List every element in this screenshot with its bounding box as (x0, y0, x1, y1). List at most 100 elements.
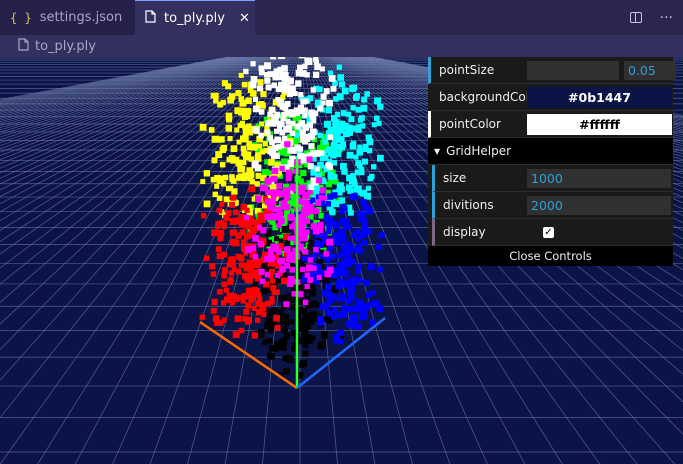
point (340, 245, 348, 253)
point (377, 103, 384, 110)
display-checkbox[interactable]: ✓ (543, 227, 554, 238)
point (258, 132, 264, 139)
point (351, 314, 359, 321)
point (278, 84, 285, 91)
point (346, 298, 352, 304)
point (235, 90, 242, 97)
point (277, 257, 283, 264)
point-color-input[interactable]: #ffffff (527, 114, 672, 135)
point (302, 299, 309, 306)
point (259, 278, 266, 285)
grid-helper-title: GridHelper (446, 144, 512, 158)
grid-helper-folder[interactable]: ▼ GridHelper (428, 138, 673, 165)
point (297, 291, 304, 297)
point (261, 287, 269, 295)
point (321, 334, 327, 340)
point (356, 263, 362, 269)
point (300, 135, 307, 142)
point (316, 177, 323, 184)
point (321, 290, 328, 297)
point (320, 100, 326, 106)
point (257, 296, 263, 302)
point (219, 201, 225, 207)
more-actions-icon[interactable]: ··· (660, 10, 673, 26)
point (337, 338, 344, 345)
point (348, 209, 354, 216)
point (366, 147, 373, 154)
breadcrumb-file[interactable]: to_ply.ply (35, 39, 96, 54)
point (365, 207, 373, 215)
tab-to-ply[interactable]: to_ply.ply ✕ (135, 0, 255, 35)
point (263, 71, 270, 78)
point (274, 136, 282, 144)
point (286, 251, 294, 259)
point (211, 229, 218, 237)
point (227, 135, 233, 142)
point (280, 326, 288, 333)
point (283, 333, 290, 340)
split-editor-icon[interactable] (629, 12, 642, 23)
tab-settings-json[interactable]: { } settings.json (0, 0, 135, 35)
point (330, 142, 336, 148)
point (226, 126, 232, 132)
grid-size-control: size 1000 (432, 165, 673, 192)
point (229, 229, 236, 236)
point (377, 154, 384, 162)
point (276, 183, 283, 190)
point (252, 281, 258, 287)
point (223, 287, 230, 293)
point (285, 118, 291, 124)
point (268, 255, 276, 262)
point (347, 288, 355, 296)
point (203, 200, 211, 208)
point-size-input[interactable]: 0.05 (624, 61, 676, 80)
point (310, 311, 317, 318)
grid-size-input[interactable]: 1000 (527, 169, 671, 188)
point (281, 135, 288, 142)
point-size-slider[interactable] (527, 61, 619, 80)
point (220, 99, 226, 106)
point (221, 80, 228, 87)
background-color-input[interactable]: #0b1447 (527, 87, 672, 108)
point (364, 91, 370, 97)
point (283, 301, 290, 308)
point (252, 105, 260, 113)
close-controls-button[interactable]: Close Controls (428, 246, 673, 266)
point (337, 329, 345, 336)
point (264, 272, 271, 278)
caret-down-icon: ▼ (434, 146, 441, 156)
point (302, 112, 308, 118)
point (326, 238, 334, 246)
point (317, 227, 324, 233)
point (367, 175, 374, 182)
close-icon[interactable]: ✕ (239, 11, 250, 26)
point (298, 57, 305, 59)
point (317, 132, 324, 139)
point (325, 162, 332, 169)
point (311, 300, 319, 308)
point (317, 342, 325, 350)
grid-divitions-input[interactable]: 2000 (527, 196, 671, 215)
point (315, 200, 321, 207)
point (248, 185, 256, 193)
point (280, 115, 286, 122)
point (332, 306, 338, 313)
point (294, 123, 301, 130)
point (342, 304, 349, 311)
point (254, 195, 262, 203)
point (217, 235, 224, 242)
point (262, 169, 269, 176)
point (325, 106, 333, 114)
point (245, 302, 252, 309)
point (288, 85, 296, 93)
point (303, 98, 309, 104)
point (262, 185, 269, 192)
point (346, 124, 353, 132)
point (200, 179, 206, 185)
point (264, 77, 271, 84)
point (324, 283, 332, 291)
point (232, 331, 240, 339)
point (354, 169, 360, 175)
point (200, 212, 207, 219)
grid-divitions-label: divitions (443, 198, 494, 212)
